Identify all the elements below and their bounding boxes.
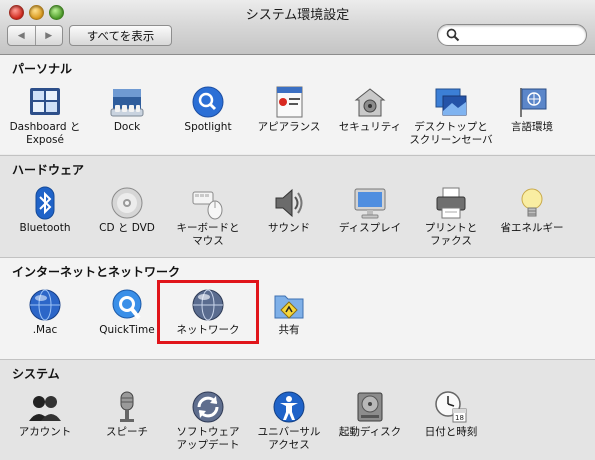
pane-label: Dashboard と Exposé: [9, 121, 81, 146]
sharing-icon: [272, 288, 306, 322]
section-title-personal: パーソナル: [12, 62, 73, 76]
security-icon: [353, 85, 387, 119]
energy-saver-icon: [515, 186, 549, 220]
svg-text:18: 18: [455, 414, 464, 422]
pane-label: 起動ディスク: [338, 426, 402, 438]
pane-label: セキュリティ: [338, 121, 402, 133]
pane-label: ネットワーク: [176, 324, 240, 336]
section-hardware: ハードウェア Bluetooth CD と DVD キーボードと マウス サウン…: [0, 155, 595, 257]
universal-access-icon: [272, 390, 306, 424]
pane-label: サウンド: [268, 222, 310, 234]
quicktime-icon: [110, 288, 144, 322]
pane-energy-saver[interactable]: 省エネルギー: [484, 186, 580, 235]
pane-label: 省エネルギー: [500, 222, 564, 234]
pane-label: .Mac: [32, 324, 58, 336]
search-icon: [446, 28, 460, 42]
back-button[interactable]: ◀: [8, 26, 35, 45]
cd-dvd-icon: [110, 186, 144, 220]
display-icon: [353, 186, 387, 220]
pane-label: デスクトップと スクリーンセーバ: [409, 121, 493, 146]
network-icon: [191, 288, 225, 322]
pane-label: 共有: [278, 324, 300, 336]
pane-label: ソフトウェア アップデート: [176, 426, 240, 451]
appearance-icon: [272, 85, 306, 119]
section-title-hardware: ハードウェア: [12, 163, 85, 177]
section-title-internet-network: インターネットとネットワーク: [12, 265, 181, 279]
show-all-button[interactable]: すべてを表示: [69, 25, 172, 46]
startup-disk-icon: [353, 390, 387, 424]
pane-label: Bluetooth: [19, 222, 71, 234]
dashboard-icon: [28, 85, 62, 119]
forward-button[interactable]: ▶: [34, 26, 63, 45]
pane-label: ユニバーサル アクセス: [257, 426, 321, 451]
keyboard-mouse-icon: [191, 186, 225, 220]
language-icon: [515, 85, 549, 119]
navigation-buttons: ◀ ▶: [7, 25, 63, 46]
pane-label: スピーチ: [106, 426, 148, 438]
section-system: システム アカウント スピーチ ソフトウェア アップデート ユニバーサル アクセ…: [0, 359, 595, 460]
printer-icon: [434, 186, 468, 220]
pane-date-time[interactable]: 18 日付と時刻: [403, 390, 499, 439]
pane-language[interactable]: 言語環境: [484, 85, 580, 134]
pane-label: Dock: [113, 121, 141, 133]
section-personal: パーソナル Dashboard と Exposé Dock Spotlight …: [0, 55, 595, 154]
speech-icon: [110, 390, 144, 424]
desktop-icon: [434, 85, 468, 119]
section-title-system: システム: [12, 367, 60, 381]
bluetooth-icon: [28, 186, 62, 220]
search-field[interactable]: [437, 24, 587, 46]
pane-label: アカウント: [18, 426, 72, 438]
pane-label: CD と DVD: [99, 222, 155, 234]
pane-label: プリントと ファクス: [424, 222, 478, 247]
dotmac-icon: [28, 288, 62, 322]
section-internet-network: インターネットとネットワーク .Mac QuickTime ネットワーク 共有: [0, 257, 595, 359]
pane-label: キーボードと マウス: [176, 222, 240, 247]
pane-label: アピアランス: [257, 121, 321, 133]
pane-label: 日付と時刻: [424, 426, 478, 438]
search-input[interactable]: [461, 27, 576, 42]
pane-label: Spotlight: [184, 121, 232, 133]
software-update-icon: [191, 390, 225, 424]
pane-label: ディスプレイ: [338, 222, 402, 234]
window-title: システム環境設定: [245, 8, 350, 23]
date-time-icon: 18: [434, 390, 468, 424]
pane-label: QuickTime: [99, 324, 155, 336]
sound-icon: [272, 186, 306, 220]
spotlight-icon: [191, 85, 225, 119]
dock-icon: [110, 85, 144, 119]
toolbar: システム環境設定 ◀ ▶ すべてを表示: [0, 0, 595, 55]
system-preferences-window: システム環境設定 ◀ ▶ すべてを表示 パーソナル Dashboard と Ex…: [0, 0, 595, 460]
pane-sharing[interactable]: 共有: [241, 288, 337, 337]
accounts-icon: [28, 390, 62, 424]
pane-label: 言語環境: [511, 121, 553, 133]
